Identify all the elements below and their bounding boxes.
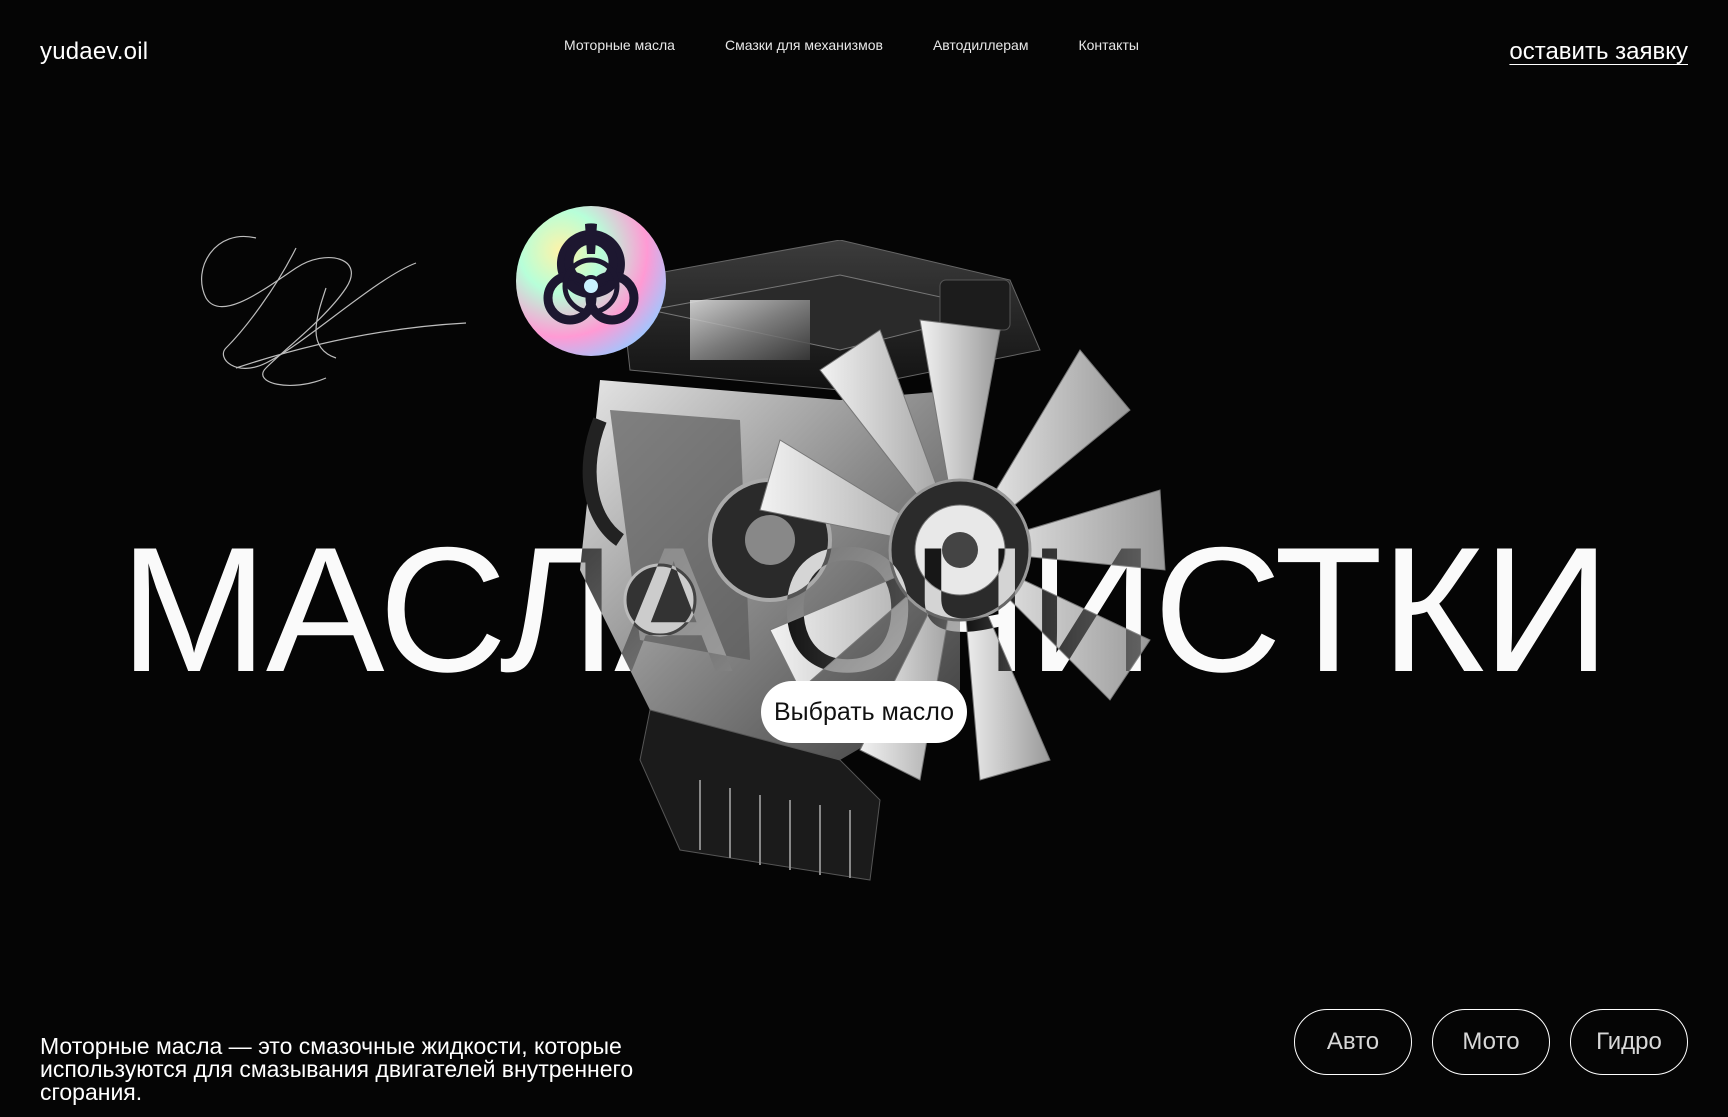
request-link[interactable]: оставить заявку <box>1509 38 1688 66</box>
nav-item-motor-oils[interactable]: Моторные масла <box>564 37 675 53</box>
logo[interactable]: yudaev.oil <box>40 38 148 66</box>
signature-scribble <box>201 235 467 387</box>
category-auto-button[interactable]: Авто <box>1294 1009 1412 1075</box>
category-filters: Авто Мото Гидро <box>1294 1009 1688 1075</box>
category-hydro-button[interactable]: Гидро <box>1570 1009 1688 1075</box>
choose-oil-button[interactable]: Выбрать масло <box>761 681 967 743</box>
nav-item-contacts[interactable]: Контакты <box>1078 37 1138 53</box>
nav-item-greases[interactable]: Смазки для механизмов <box>725 37 883 53</box>
biohazard-icon <box>543 223 639 325</box>
biohazard-badge <box>516 206 666 356</box>
nav-item-dealers[interactable]: Автодиллерам <box>933 37 1029 53</box>
hero-description: Моторные масла — это смазочные жидкости,… <box>40 1033 634 1105</box>
category-moto-button[interactable]: Мото <box>1432 1009 1550 1075</box>
hero-headline: МАСЛА ОЧИСТКИ <box>119 510 1611 710</box>
main-nav: Моторные масла Смазки для механизмов Авт… <box>564 37 1139 53</box>
